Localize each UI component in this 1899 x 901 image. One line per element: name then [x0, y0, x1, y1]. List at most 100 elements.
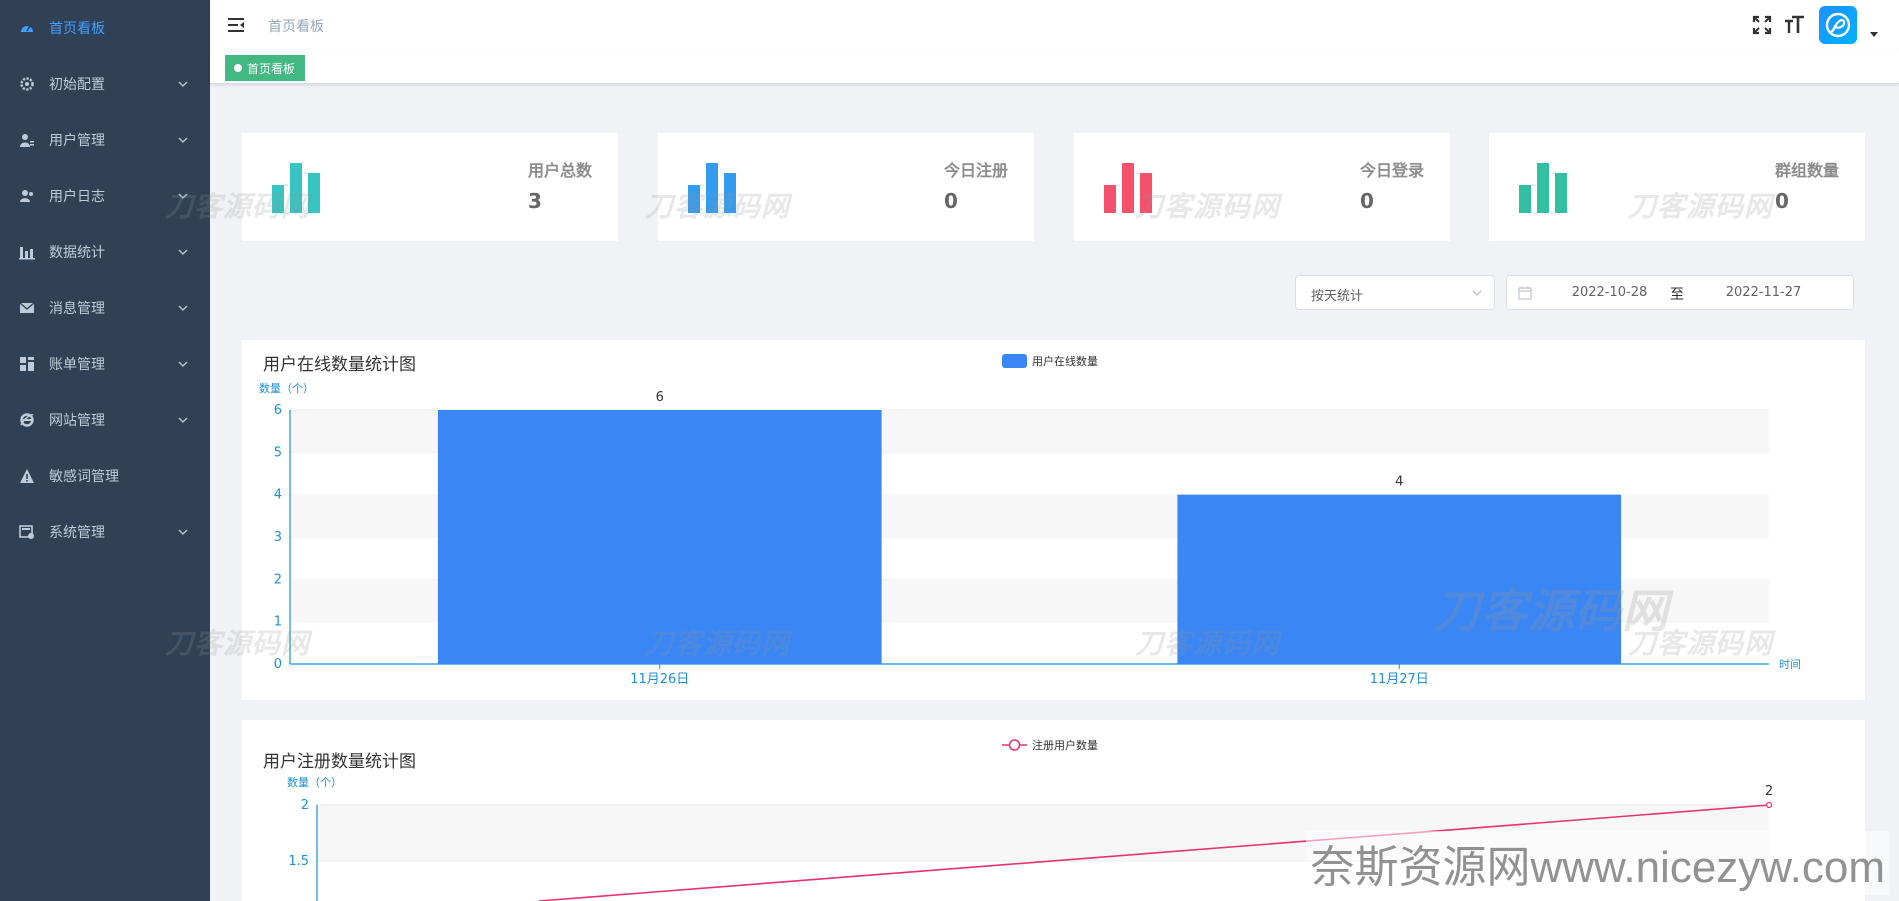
sidebar-item-label: 首页看板	[49, 21, 105, 37]
chevron-down-icon	[178, 361, 188, 367]
sidebar: 首页看板初始配置用户管理用户日志数据统计消息管理账单管理网站管理敏感词管理系统管…	[0, 0, 210, 901]
stat-title: 今日注册	[943, 161, 1008, 180]
bar-chart-icon	[19, 244, 35, 260]
calendar-icon	[1518, 286, 1532, 300]
sidebar-item-label: 用户日志	[49, 189, 105, 205]
y-tick-label: 0	[274, 657, 282, 672]
series-point	[1765, 801, 1773, 809]
sidebar-item-8[interactable]: 敏感词管理	[0, 448, 210, 504]
warning-icon	[19, 468, 35, 484]
system-icon	[19, 524, 35, 540]
sidebar-item-label: 数据统计	[49, 245, 105, 261]
tag-label: 首页看板	[247, 61, 296, 76]
online-users-bar-chart: 0 1 2 3 4 5 6 数量（个） 时间 6 11月26日 4 11月27日	[259, 382, 1801, 687]
chevron-down-icon	[1472, 290, 1482, 296]
stat-card-3[interactable]: 群组数量 0	[1489, 133, 1865, 241]
user-icon	[19, 132, 35, 148]
mail-icon	[19, 300, 35, 316]
stat-title: 今日登录	[1359, 161, 1424, 180]
y-axis-label: 数量（个）	[259, 382, 314, 395]
y-axis-label: 数量（个）	[287, 776, 342, 789]
stat-card-1[interactable]: 今日注册 0	[658, 133, 1034, 241]
y-tick-label: 1.5	[288, 854, 309, 869]
sidebar-item-label: 账单管理	[49, 357, 105, 373]
y-tick-label: 4	[274, 488, 282, 503]
y-tick-label: 1	[274, 615, 282, 630]
bar	[1177, 494, 1622, 664]
bar-chart-icon	[688, 163, 736, 213]
bar	[437, 410, 882, 664]
y-tick-label: 2	[301, 798, 309, 813]
sidebar-item-0[interactable]: 首页看板	[0, 0, 210, 56]
x-tick-label: 11月26日	[630, 672, 689, 687]
sidebar-item-label: 敏感词管理	[49, 469, 119, 485]
grid-band	[317, 805, 1769, 861]
stat-title: 用户总数	[527, 161, 592, 180]
avatar[interactable]	[1819, 6, 1857, 44]
date-range-picker[interactable]: 2022-10-28 至 2022-11-27	[1506, 275, 1854, 310]
x-tick-label: 11月27日	[1370, 672, 1429, 687]
stat-card-0[interactable]: 用户总数 3	[242, 133, 618, 241]
tags-view: 首页看板	[210, 50, 1899, 84]
date-separator: 至	[1670, 287, 1684, 303]
sidebar-item-9[interactable]: 系统管理	[0, 504, 210, 560]
online-users-chart-panel: 用户在线数量统计图 用户在线数量 0 1 2 3 4 5 6 数量（个） 时间 6 11月26日 4 1…	[242, 340, 1865, 700]
sidebar-item-7[interactable]: 网站管理	[0, 392, 210, 448]
bar-value-label: 4	[1395, 475, 1403, 490]
stat-value: 0	[1360, 189, 1374, 213]
stat-value: 0	[1775, 189, 1789, 213]
fullscreen-icon[interactable]	[1751, 14, 1773, 36]
breadcrumb[interactable]: 首页看板	[268, 16, 324, 36]
registered-users-line-chart: 2 1.5 数量（个） 2	[287, 776, 1773, 901]
chevron-down-icon	[178, 249, 188, 255]
sidebar-item-5[interactable]: 消息管理	[0, 280, 210, 336]
y-tick-label: 2	[274, 572, 282, 587]
stat-card-2[interactable]: 今日登录 0	[1074, 133, 1450, 241]
sidebar-item-6[interactable]: 账单管理	[0, 336, 210, 392]
grid-icon	[19, 356, 35, 372]
bar-chart-icon	[272, 163, 320, 213]
sidebar-item-label: 初始配置	[49, 77, 105, 93]
navbar: 首页看板	[210, 0, 1899, 50]
y-tick-label: 5	[274, 445, 282, 460]
stat-mode-select[interactable]: 按天统计	[1295, 275, 1495, 310]
avatar-logo-icon	[1825, 12, 1851, 38]
date-start-input[interactable]: 2022-10-28	[1562, 285, 1657, 300]
stat-value: 0	[944, 189, 958, 213]
chevron-down-icon	[178, 529, 188, 535]
stat-value: 3	[528, 189, 542, 213]
tag-dashboard[interactable]: 首页看板	[225, 55, 306, 81]
sidebar-item-label: 网站管理	[49, 413, 105, 429]
bar-value-label: 6	[656, 390, 664, 405]
y-tick-label: 3	[274, 530, 282, 545]
sidebar-item-1[interactable]: 初始配置	[0, 56, 210, 112]
font-size-icon[interactable]	[1783, 14, 1805, 36]
ie-icon	[19, 412, 35, 428]
hamburger-icon[interactable]	[226, 15, 246, 35]
x-axis-label: 时间	[1779, 658, 1801, 671]
chevron-down-icon	[178, 193, 188, 199]
point-value-label: 2	[1765, 784, 1773, 799]
registered-users-chart-panel: 用户注册数量统计图 注册用户数量 2 1.5 数量（个） 2	[242, 720, 1865, 901]
sidebar-item-3[interactable]: 用户日志	[0, 168, 210, 224]
sidebar-item-2[interactable]: 用户管理	[0, 112, 210, 168]
chevron-down-icon	[178, 81, 188, 87]
grid-band	[317, 861, 1769, 901]
chevron-down-icon	[178, 137, 188, 143]
tag-active-dot	[234, 64, 242, 72]
sidebar-item-4[interactable]: 数据统计	[0, 224, 210, 280]
caret-down-icon[interactable]	[1869, 30, 1879, 38]
bar-chart-icon	[1104, 163, 1152, 213]
users-log-icon	[19, 188, 35, 204]
sidebar-item-label: 用户管理	[49, 133, 105, 149]
chevron-down-icon	[178, 305, 188, 311]
sidebar-item-label: 消息管理	[49, 301, 105, 317]
gear-icon	[19, 76, 35, 92]
date-end-input[interactable]: 2022-11-27	[1716, 285, 1811, 300]
y-tick-label: 6	[274, 403, 282, 418]
sidebar-item-label: 系统管理	[49, 525, 105, 541]
bar-chart-icon	[1519, 163, 1567, 213]
chevron-down-icon	[178, 417, 188, 423]
dashboard-icon	[19, 20, 35, 36]
stat-title: 群组数量	[1774, 161, 1839, 180]
